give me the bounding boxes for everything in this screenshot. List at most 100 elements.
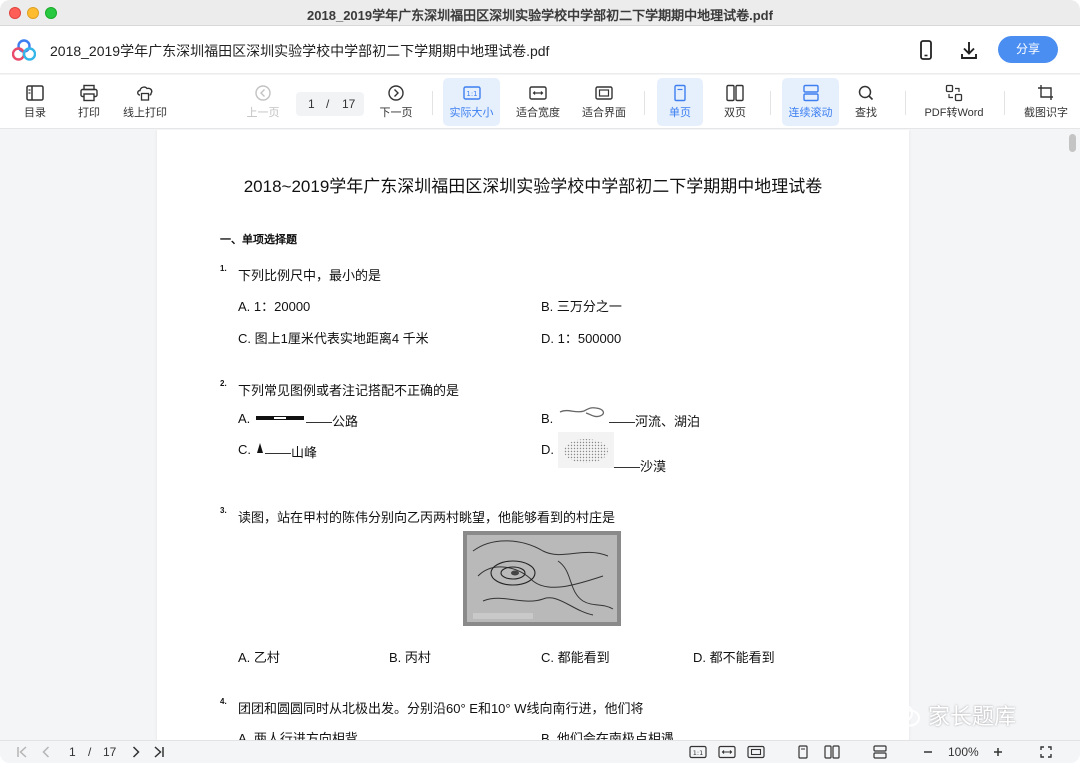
first-page-icon[interactable] [15,745,29,759]
bottom-current-page[interactable]: 1 [69,745,76,759]
ocr-button[interactable]: 截图识字 [1018,78,1074,126]
section-heading: 一、单项选择题 [220,234,297,246]
contour-map-image [463,531,621,626]
fit-window-icon[interactable] [747,745,765,759]
last-page-icon[interactable] [152,745,166,759]
double-page-icon[interactable] [824,745,840,759]
app-window: 2018_2019学年广东深圳福田区深圳实验学校中学部初二下学期期中地理试卷.p… [0,0,1080,763]
option-b: B. [541,411,554,426]
zoom-in-icon[interactable] [991,745,1005,759]
find-button[interactable]: 查找 [846,78,886,126]
fit-width-icon [529,86,547,100]
question-number: 3. [220,506,227,515]
desert-legend-symbol [558,432,614,468]
bottom-status-bar: 1 / 17 1:1 100% [0,740,1080,763]
chevron-left-icon[interactable] [39,745,53,759]
total-pages: 17 [342,97,356,111]
online-print-button[interactable]: 线上打印 [119,78,171,126]
mountain-peak-legend-symbol [257,443,263,453]
fit-window-icon [595,86,613,100]
single-page-icon [674,84,686,102]
wechat-watermark-icon [889,703,920,727]
continuous-scroll-button[interactable]: 连续滚动 [782,78,839,126]
river-lake-legend-symbol [559,407,605,418]
document-viewport[interactable]: 2018~2019学年广东深圳福田区深圳实验学校中学部初二下学期期中地理试卷 一… [0,130,1080,740]
window-title: 2018_2019学年广东深圳福田区深圳实验学校中学部初二下学期期中地理试卷.p… [307,8,773,23]
option-c-text: ——山峰 [265,445,318,460]
title-bar: 2018_2019学年广东深圳福田区深圳实验学校中学部初二下学期期中地理试卷.p… [0,0,1080,26]
double-page-icon [726,84,744,102]
print-button[interactable]: 打印 [68,78,110,126]
toolbar-divider [1004,91,1005,115]
double-page-label: 双页 [724,107,746,119]
question-text: 下列比例尺中，最小的是 [238,268,382,283]
share-button[interactable]: 分享 [998,36,1058,63]
pdf-to-word-button[interactable]: PDF转Word [919,78,989,126]
option-b-text: ——河流、湖泊 [609,414,701,429]
option-a-text: ——公路 [306,414,359,429]
cloud-print-icon [137,86,153,101]
mobile-device-icon[interactable] [914,38,938,62]
continuous-scroll-label: 连续滚动 [788,107,833,119]
convert-icon [945,84,963,102]
zoom-level[interactable]: 100% [948,745,979,759]
bottom-total-pages: 17 [103,745,117,759]
next-page-label: 下一页 [379,107,413,119]
current-page: 1 [308,97,315,111]
question-number: 4. [220,697,227,706]
fullscreen-icon[interactable] [1039,745,1053,759]
single-page-button[interactable]: 单页 [657,78,703,126]
toc-button[interactable]: 目录 [14,78,56,126]
toolbar-divider [432,91,433,115]
continuous-scroll-icon[interactable] [872,745,888,759]
chevron-right-icon[interactable] [129,745,143,759]
option-a: A. 两人行进方向相背 [238,731,358,740]
actual-size-button[interactable]: 1:1 实际大小 [443,78,500,126]
prev-page-label: 上一页 [246,107,280,119]
question-text: 读图，站在甲村的陈伟分别向乙丙两村眺望，他能够看到的村庄是 [238,510,616,525]
fit-width-icon[interactable] [718,745,736,759]
option-c: C. 都能看到 [541,650,610,665]
fit-width-button[interactable]: 适合宽度 [512,78,564,126]
svg-text:1:1: 1:1 [693,749,703,757]
option-a: A. 乙村 [238,650,280,665]
document-header: 2018_2019学年广东深圳福田区深圳实验学校中学部初二下学期期中地理试卷.p… [0,26,1080,74]
page-separator: / [326,97,330,111]
option-d: D. 1：500000 [541,331,622,346]
page-number-input[interactable]: 1 / 17 [296,92,364,116]
search-icon [858,85,874,101]
svg-text:1:1: 1:1 [466,90,477,98]
question-text: 团团和圆圆同时从北极出发。分别沿60° E和10° W线向南行进，他们将 [238,701,644,716]
ocr-label: 截图识字 [1024,107,1068,119]
zoom-out-icon[interactable] [921,745,935,759]
option-b: B. 他们会在南极点相遇 [541,731,674,740]
actual-size-label: 实际大小 [449,107,494,119]
fit-window-button[interactable]: 适合界面 [578,78,630,126]
next-page-button[interactable]: 下一页 [375,78,417,126]
option-c: C. 图上1厘米代表实地距离4 千米 [238,331,429,346]
vertical-scrollbar[interactable] [1066,130,1080,740]
single-page-icon[interactable] [796,745,810,759]
option-b: B. 丙村 [389,650,431,665]
chevron-left-circle-icon [255,85,271,101]
toolbar: 目录 打印 线上打印 上一页 下一页 1:1 实际大小 适合宽度 适合界面 单页… [0,75,1080,129]
prev-page-button[interactable]: 上一页 [243,78,283,126]
question-number: 1. [220,264,227,273]
fit-window-label: 适合界面 [582,107,626,119]
crop-icon [1038,85,1053,100]
single-page-label: 单页 [669,107,691,119]
scrollbar-thumb[interactable] [1069,134,1076,152]
toolbar-divider [644,91,645,115]
option-d: D. 都不能看到 [693,650,775,665]
toc-label: 目录 [24,107,46,119]
document-name: 2018_2019学年广东深圳福田区深圳实验学校中学部初二下学期期中地理试卷.p… [50,43,550,59]
actual-size-icon[interactable]: 1:1 [689,745,707,759]
double-page-button[interactable]: 双页 [713,78,757,126]
download-icon[interactable] [957,38,981,62]
printer-icon [80,84,98,102]
question-number: 2. [220,379,227,388]
option-b: B. 三万分之一 [541,299,622,314]
toolbar-divider [905,91,906,115]
toolbar-divider [770,91,771,115]
pdf-page: 2018~2019学年广东深圳福田区深圳实验学校中学部初二下学期期中地理试卷 一… [157,130,909,740]
